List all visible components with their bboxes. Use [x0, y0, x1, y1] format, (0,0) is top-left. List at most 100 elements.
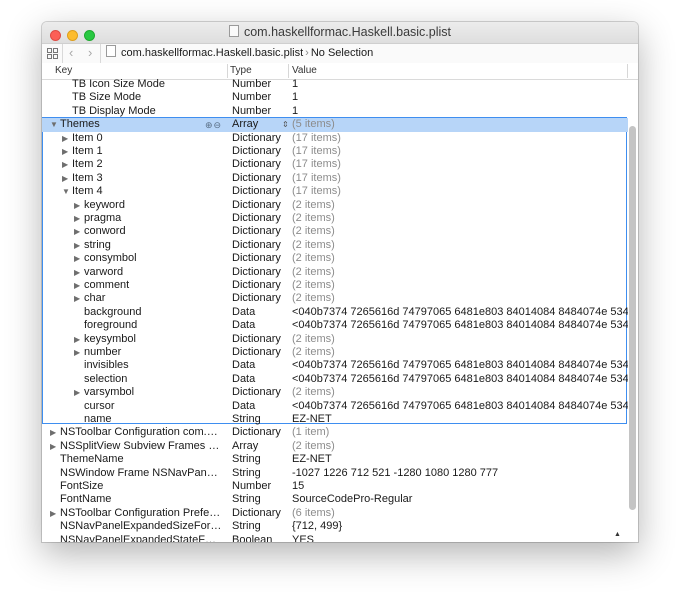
row-value[interactable]: (17 items)	[292, 172, 628, 185]
row-type[interactable]: String	[232, 453, 288, 466]
disclosure-closed-icon[interactable]: ▶	[50, 507, 60, 520]
outline-row[interactable]: ▶ keyword Dictionary (2 items)	[42, 199, 628, 212]
outline-row[interactable]: FontName String SourceCodePro-Regular	[42, 493, 628, 506]
row-key[interactable]: TB Size Mode	[62, 91, 222, 104]
row-key[interactable]: ▶ Item 1	[62, 145, 222, 158]
row-value[interactable]: (17 items)	[292, 132, 628, 145]
row-value[interactable]: <040b7374 7265616d 74797065 6481e803 840…	[292, 373, 628, 386]
row-value[interactable]: (2 items)	[292, 252, 628, 265]
row-type[interactable]: Array	[232, 440, 288, 453]
row-type[interactable]: Data	[232, 319, 288, 332]
row-key[interactable]: ▶ conword	[74, 225, 222, 238]
row-key[interactable]: NSWindow Frame NSNavPanelAutosav...	[50, 467, 222, 480]
row-key[interactable]: selection	[74, 373, 222, 386]
outline-row[interactable]: NSNavPanelExpandedSizeForSaveMode String {…	[42, 520, 628, 533]
row-value[interactable]: (2 items)	[292, 279, 628, 292]
row-key[interactable]: ▶ number	[74, 346, 222, 359]
value-column-header[interactable]: Value	[292, 63, 317, 78]
row-value[interactable]: 15	[292, 480, 628, 493]
outline-row[interactable]: NSWindow Frame NSNavPanelAutosav... Strin…	[42, 467, 628, 480]
outline-row[interactable]: invisibles Data <040b7374 7265616d 7479706…	[42, 359, 628, 372]
breadcrumb-location[interactable]: No Selection	[311, 47, 373, 59]
outline-row[interactable]: TB Display Mode Number 1	[42, 105, 628, 118]
row-key[interactable]: ▶NSToolbar Configuration com.apple.N...	[50, 426, 222, 439]
row-value[interactable]: (17 items)	[292, 185, 628, 198]
row-value[interactable]: (2 items)	[292, 239, 628, 252]
vertical-scrollbar[interactable]	[629, 126, 636, 510]
row-value[interactable]: (2 items)	[292, 199, 628, 212]
outline-row[interactable]: ▼ Themes ⊕⊖ Array ⇕ (5 items)	[42, 118, 628, 132]
minimize-button[interactable]	[67, 30, 78, 41]
row-value[interactable]: (5 items)	[292, 118, 628, 131]
disclosure-closed-icon[interactable]: ▶	[74, 279, 84, 292]
row-type[interactable]: Data	[232, 306, 288, 319]
row-value[interactable]: 1	[292, 91, 628, 104]
row-key[interactable]: ▶ varsymbol	[74, 386, 222, 399]
row-type[interactable]: Array	[232, 118, 288, 131]
disclosure-closed-icon[interactable]: ▶	[50, 426, 60, 439]
row-key[interactable]: ▼ Item 4	[62, 185, 222, 198]
row-key[interactable]: ▶ Item 0	[62, 132, 222, 145]
disclosure-closed-icon[interactable]: ▶	[62, 158, 72, 171]
row-key[interactable]: ▶NSSplitView Subview Frames Playgrou...	[50, 440, 222, 453]
outline-row[interactable]: ▶ pragma Dictionary (2 items)	[42, 212, 628, 225]
row-key[interactable]: ▶ keyword	[74, 199, 222, 212]
outline-row[interactable]: ▶ keysymbol Dictionary (2 items)	[42, 333, 628, 346]
row-type[interactable]: Number	[232, 78, 288, 91]
row-type[interactable]: Number	[232, 105, 288, 118]
row-type[interactable]: String	[232, 467, 288, 480]
row-key[interactable]: background	[74, 306, 222, 319]
row-type[interactable]: Dictionary	[232, 225, 288, 238]
outline-row[interactable]: name String EZ-NET	[42, 413, 628, 426]
outline-row[interactable]: ▶NSToolbar Configuration Preferences... D…	[42, 507, 628, 520]
row-value[interactable]: EZ-NET	[292, 413, 628, 426]
row-type[interactable]: Dictionary	[232, 185, 288, 198]
row-key[interactable]: ▶ char	[74, 292, 222, 305]
row-type[interactable]: Dictionary	[232, 333, 288, 346]
row-type[interactable]: Dictionary	[232, 212, 288, 225]
row-type[interactable]: Dictionary	[232, 172, 288, 185]
row-type[interactable]: Number	[232, 91, 288, 104]
row-value[interactable]: (2 items)	[292, 333, 628, 346]
row-value[interactable]: 1	[292, 105, 628, 118]
disclosure-closed-icon[interactable]: ▶	[62, 145, 72, 158]
outline-row[interactable]: background Data <040b7374 7265616d 7479706…	[42, 306, 628, 319]
row-type[interactable]: Dictionary	[232, 279, 288, 292]
row-type[interactable]: Dictionary	[232, 292, 288, 305]
row-value[interactable]: (2 items)	[292, 225, 628, 238]
row-type[interactable]: String	[232, 493, 288, 506]
row-key[interactable]: name	[74, 413, 222, 426]
row-key[interactable]: cursor	[74, 400, 222, 413]
row-key[interactable]: ▶ Item 3	[62, 172, 222, 185]
outline-row[interactable]: TB Icon Size Mode Number 1	[42, 78, 628, 91]
row-key[interactable]: ThemeName	[50, 453, 222, 466]
outline-row[interactable]: ▶ varsymbol Dictionary (2 items)	[42, 386, 628, 399]
row-value[interactable]: {712, 499}	[292, 520, 628, 533]
row-value[interactable]: (2 items)	[292, 440, 628, 453]
key-column-header[interactable]: Key	[55, 63, 72, 78]
outline-row[interactable]: cursor Data <040b7374 7265616d 74797065 64…	[42, 400, 628, 413]
disclosure-closed-icon[interactable]: ▶	[74, 292, 84, 305]
outline-row[interactable]: ▶ Item 1 Dictionary (17 items)	[42, 145, 628, 158]
row-type[interactable]: Data	[232, 400, 288, 413]
row-key[interactable]: ▶ string	[74, 239, 222, 252]
outline-row[interactable]: ▶NSSplitView Subview Frames Playgrou... A…	[42, 440, 628, 453]
row-key[interactable]: ▼ Themes	[50, 118, 222, 131]
column-divider[interactable]	[288, 64, 289, 78]
row-key[interactable]: ▶ varword	[74, 266, 222, 279]
row-key[interactable]: NSNavPanelExpandedSizeForSaveMode	[50, 520, 222, 533]
row-value[interactable]: (17 items)	[292, 158, 628, 171]
disclosure-open-icon[interactable]: ▼	[50, 118, 60, 131]
row-value[interactable]: (2 items)	[292, 292, 628, 305]
type-column-header[interactable]: Type	[230, 63, 252, 78]
outline-row[interactable]: ▶ number Dictionary (2 items)	[42, 346, 628, 359]
close-button[interactable]	[50, 30, 61, 41]
outline-row[interactable]: ▼ Item 4 Dictionary (17 items)	[42, 185, 628, 198]
row-value[interactable]: (6 items)	[292, 507, 628, 520]
outline-row[interactable]: ▶ Item 2 Dictionary (17 items)	[42, 158, 628, 171]
popup-arrow-icon[interactable]: ▲	[614, 531, 621, 538]
disclosure-closed-icon[interactable]: ▶	[74, 266, 84, 279]
outline-row[interactable]: ▶ Item 0 Dictionary (17 items)	[42, 132, 628, 145]
row-type[interactable]: Dictionary	[232, 145, 288, 158]
row-value[interactable]: 1	[292, 78, 628, 91]
